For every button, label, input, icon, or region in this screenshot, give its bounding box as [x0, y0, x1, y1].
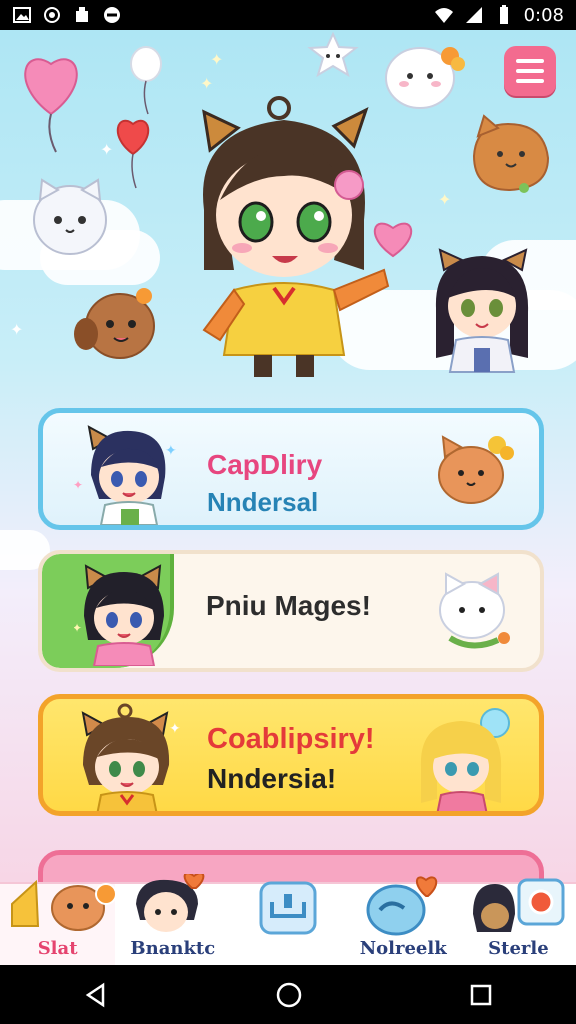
inbox-icon [259, 881, 317, 935]
svg-text:✦: ✦ [169, 720, 181, 736]
red-balloon-icon [116, 119, 150, 189]
gallery-icon [13, 7, 31, 23]
battery-icon [499, 5, 508, 24]
android-debug-icon [76, 7, 88, 22]
menu-line [516, 59, 544, 63]
card-2-title: Pniu Mages! [206, 590, 371, 621]
nav-label-friends: Bnanktc [130, 938, 216, 959]
svg-text:✦: ✦ [165, 442, 177, 458]
sync-icon [44, 7, 60, 23]
status-right: 0:08 [434, 5, 564, 26]
card-1-avatar-icon: ✦ ✦ [73, 425, 177, 525]
nav-item-home[interactable]: Slat [0, 879, 118, 965]
home-icon [11, 879, 118, 931]
card-3-subtitle: Nndersia! [207, 763, 337, 794]
card-1-title: CapDliry [207, 449, 323, 480]
app-screen: ✦ ✦ ✦ ✦ ✦ ✦ ✦ CapDliry Nndersal Pniu Mag… [0, 30, 576, 965]
blocked-icon [104, 7, 120, 23]
nav-item-chat[interactable]: Nolreelk [346, 876, 461, 965]
home-circle-icon[interactable] [275, 981, 303, 1009]
card-3-title: Coablipsiry! [207, 723, 375, 755]
white-cat-icon [33, 178, 107, 255]
friends-icon [135, 874, 205, 932]
card-2-avatar-icon: ✦ [74, 564, 164, 666]
nav-item-camera[interactable]: Sterle [461, 878, 576, 965]
card-1-subtitle: Nndersal [207, 487, 319, 517]
sparkle-icon: ✦ [210, 52, 224, 69]
sparkle-icon: ✦ [438, 192, 452, 209]
menu-line [516, 69, 544, 73]
nav-label-chat: Nolreelk [359, 938, 447, 959]
blonde-girl-icon [420, 708, 510, 811]
heart-balloon-icon [24, 58, 78, 153]
sparkle-icon: ✦ [10, 322, 24, 339]
signal-icon [465, 7, 482, 23]
bottom-nav: Slat Bnanktc Nolreelk Sterle [0, 874, 576, 965]
svg-text:✦: ✦ [73, 478, 83, 492]
wifi-icon [434, 8, 453, 23]
pink-heart-icon [374, 222, 412, 258]
menu-line [516, 79, 544, 83]
status-left [12, 5, 122, 25]
recents-icon[interactable] [469, 983, 493, 1007]
menu-card-3[interactable]: ✦ Coablipsiry! Nndersia! [38, 694, 544, 816]
star-ghost-icon [307, 32, 359, 78]
menu-button[interactable] [504, 46, 556, 96]
status-bar: 0:08 [0, 0, 576, 30]
system-nav-bar [0, 965, 576, 1024]
nav-label-camera: Sterle [488, 938, 549, 959]
white-balloon-icon [130, 46, 162, 115]
nav-item-friends[interactable]: Bnanktc [115, 874, 230, 965]
nav-label-home: Slat [37, 938, 78, 959]
nav-item-inbox[interactable] [230, 881, 345, 965]
card-3-avatar-icon: ✦ [81, 703, 181, 811]
side-character-illustration [435, 248, 529, 373]
chat-bubble-icon [366, 876, 438, 936]
back-icon[interactable] [83, 982, 109, 1008]
brown-bear-pet-icon [74, 288, 155, 359]
orange-pet-icon [438, 435, 514, 504]
brown-fox-icon [472, 114, 550, 193]
camera-icon [473, 878, 565, 932]
clock: 0:08 [523, 4, 564, 26]
menu-card-1[interactable]: ✦ ✦ CapDliry Nndersal [38, 408, 544, 530]
menu-card-2[interactable]: ✦ Pniu Mages! [38, 550, 544, 672]
white-kitten-icon [439, 572, 510, 649]
svg-text:✦: ✦ [74, 621, 82, 635]
